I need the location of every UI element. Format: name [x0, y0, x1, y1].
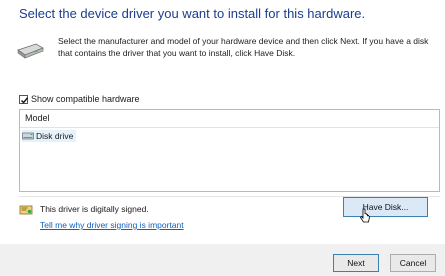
have-disk-button[interactable]: Have Disk... — [343, 197, 428, 217]
cancel-button[interactable]: Cancel — [390, 254, 436, 272]
mouse-pointer-icon — [359, 208, 370, 223]
hardware-drive-icon — [17, 43, 44, 59]
driver-signing-link[interactable]: Tell me why driver signing is important — [40, 220, 184, 230]
checkbox-checked-icon[interactable] — [19, 94, 29, 104]
list-item[interactable]: Disk drive — [22, 130, 76, 142]
show-compatible-hardware-label: Show compatible hardware — [31, 94, 140, 104]
intro-text: Select the manufacturer and model of you… — [58, 36, 429, 58]
show-compatible-hardware-checkbox[interactable]: Show compatible hardware — [19, 94, 140, 104]
driver-signed-status: This driver is digitally signed. — [40, 204, 149, 214]
model-column-header[interactable]: Model — [20, 110, 439, 128]
page-title: Select the device driver you want to ins… — [19, 6, 366, 21]
model-item-label: Disk drive — [36, 131, 74, 141]
next-button[interactable]: Next — [333, 254, 379, 272]
model-list[interactable]: Model Disk drive — [19, 109, 440, 192]
signed-driver-icon — [19, 205, 33, 215]
disk-drive-icon — [22, 132, 34, 140]
